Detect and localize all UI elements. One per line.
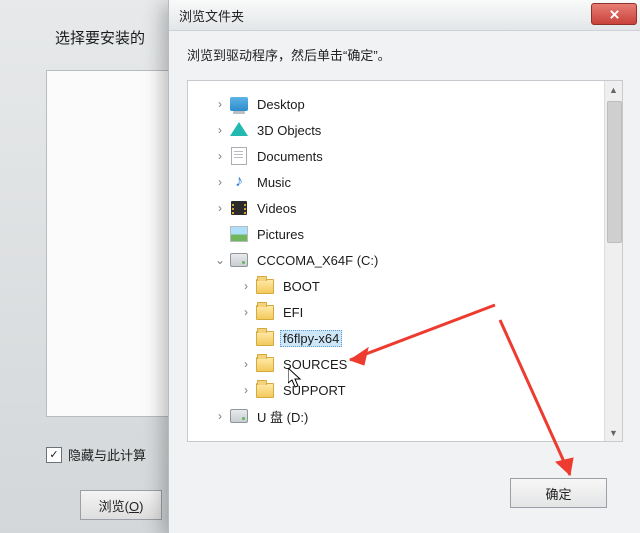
chevron-right-icon[interactable]: › <box>212 122 228 138</box>
hide-incompatible-row[interactable]: ✓ 隐藏与此计算 <box>46 445 146 464</box>
installer-heading: 选择要安装的 <box>55 27 145 48</box>
folder-icon <box>256 383 274 398</box>
chevron-right-icon[interactable]: › <box>212 96 228 112</box>
chevron-right-icon[interactable]: › <box>238 278 254 294</box>
tree-node[interactable]: › 3D Objects <box>198 117 618 143</box>
chevron-right-icon[interactable]: › <box>212 148 228 164</box>
tree-node-label: BOOT <box>280 278 323 295</box>
tree-node-label: Documents <box>254 148 326 165</box>
browse-button[interactable]: 浏览(O) <box>80 490 162 520</box>
tree-node[interactable]: › SOURCES <box>198 351 618 377</box>
dialog-instruction: 浏览到驱动程序，然后单击“确定”。 <box>169 31 640 74</box>
tree-node[interactable]: Pictures <box>198 221 618 247</box>
chevron-right-icon[interactable]: › <box>238 382 254 398</box>
tree-node-label: EFI <box>280 304 306 321</box>
tree-node[interactable]: › EFI <box>198 299 618 325</box>
tree-node-label: U 盘 (D:) <box>254 406 311 427</box>
tree-node[interactable]: › Videos <box>198 195 618 221</box>
pictures-icon <box>230 226 248 242</box>
tree-node[interactable]: › U 盘 (D:) <box>198 403 618 429</box>
close-icon <box>609 9 620 20</box>
chevron-right-icon[interactable]: › <box>212 200 228 216</box>
drive-icon <box>230 409 248 423</box>
tree-node-label: f6flpy-x64 <box>280 330 342 347</box>
tree-node[interactable]: › ♪ Music <box>198 169 618 195</box>
dialog-titlebar: 浏览文件夹 <box>169 0 640 31</box>
desktop-icon <box>230 97 248 111</box>
tree-node-label: Music <box>254 174 294 191</box>
chevron-right-icon[interactable]: › <box>212 174 228 190</box>
scroll-down-icon[interactable]: ▼ <box>605 424 622 441</box>
scroll-thumb[interactable] <box>607 101 622 243</box>
tree-node-label: Videos <box>254 200 300 217</box>
hide-incompatible-label: 隐藏与此计算 <box>68 445 146 464</box>
tree-node[interactable]: › Desktop <box>198 91 618 117</box>
folder-icon <box>256 357 274 372</box>
tree-node-label: Desktop <box>254 96 308 113</box>
chevron-right-icon[interactable]: › <box>212 408 228 424</box>
chevron-right-icon[interactable]: › <box>238 304 254 320</box>
browse-folder-dialog: 浏览文件夹 浏览到驱动程序，然后单击“确定”。 › Desktop › 3D Obje… <box>168 0 640 533</box>
dialog-title: 浏览文件夹 <box>179 6 244 25</box>
3d-objects-icon <box>230 122 248 136</box>
tree-node[interactable]: › SUPPORT <box>198 377 618 403</box>
scroll-up-icon[interactable]: ▲ <box>605 81 622 98</box>
videos-icon <box>231 201 247 215</box>
folder-icon <box>256 331 274 346</box>
documents-icon <box>231 147 247 165</box>
drive-icon <box>230 253 248 267</box>
ok-button-label: 确定 <box>545 484 571 503</box>
scrollbar[interactable]: ▲ ▼ <box>604 81 622 441</box>
chevron-down-icon[interactable]: ⌄ <box>212 252 228 268</box>
tree-node[interactable]: › BOOT <box>198 273 618 299</box>
tree-node[interactable]: › Documents <box>198 143 618 169</box>
tree-node-label: CCCOMA_X64F (C:) <box>254 252 381 269</box>
ok-button[interactable]: 确定 <box>510 478 607 508</box>
folder-icon <box>256 279 274 294</box>
music-icon: ♪ <box>235 173 243 191</box>
close-button[interactable] <box>591 3 637 25</box>
tree-node-label: 3D Objects <box>254 122 324 139</box>
tree-node[interactable]: f6flpy-x64 <box>198 325 618 351</box>
folder-tree[interactable]: › Desktop › 3D Objects › Documents › ♪ Music › Vid… <box>187 80 623 442</box>
checkbox-icon[interactable]: ✓ <box>46 447 62 463</box>
folder-icon <box>256 305 274 320</box>
driver-listbox[interactable] <box>46 70 188 417</box>
chevron-right-icon[interactable]: › <box>238 356 254 372</box>
tree-node-label: SUPPORT <box>280 382 349 399</box>
tree-node[interactable]: ⌄ CCCOMA_X64F (C:) <box>198 247 618 273</box>
tree-node-label: Pictures <box>254 226 307 243</box>
tree-node-label: SOURCES <box>280 356 350 373</box>
